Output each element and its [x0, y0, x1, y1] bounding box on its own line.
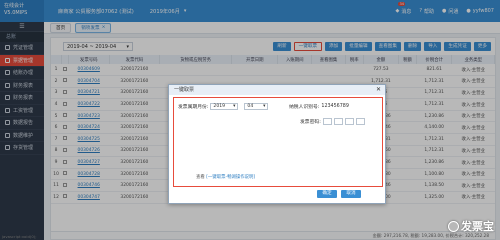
confirm-button[interactable]: 确定	[317, 190, 337, 198]
watermark-logo-icon	[448, 220, 459, 232]
password-box-3[interactable]	[344, 118, 354, 125]
watermark: 发票宝	[448, 218, 494, 234]
month-select[interactable]: 04 ▾	[244, 103, 269, 110]
help-link-row: 查看 [一键取票-畅湖操作说明]	[196, 175, 256, 180]
dialog-form: 发票属期月份: 2019 ▾ 04 ▾ 纳税人识别号: 123456789 发票密码…	[173, 97, 383, 187]
fetch-invoice-dialog: 一键取票 ✕ 发票属期月份: 2019 ▾ 04 ▾ 纳税人识别号: 1234567…	[168, 84, 386, 204]
operation-guide-link[interactable]: [一键取票-畅湖操作说明]	[206, 175, 255, 180]
taxpayer-value: 123456789	[321, 104, 349, 109]
chevron-down-icon: ▾	[263, 103, 266, 109]
close-icon[interactable]: ✕	[376, 85, 381, 95]
password-box-1[interactable]	[322, 118, 332, 125]
password-label: 发票密码:	[300, 120, 321, 125]
password-box-2[interactable]	[333, 118, 343, 125]
cancel-button[interactable]: 取消	[341, 190, 361, 198]
dialog-title: 一键取票 ✕	[169, 85, 385, 95]
password-box-4[interactable]	[355, 118, 365, 125]
taxpayer-label: 纳税人识别号:	[289, 105, 320, 110]
chevron-down-icon: ▾	[233, 103, 236, 109]
year-select[interactable]: 2019 ▾	[210, 103, 239, 110]
period-label: 发票属期月份:	[178, 105, 209, 110]
